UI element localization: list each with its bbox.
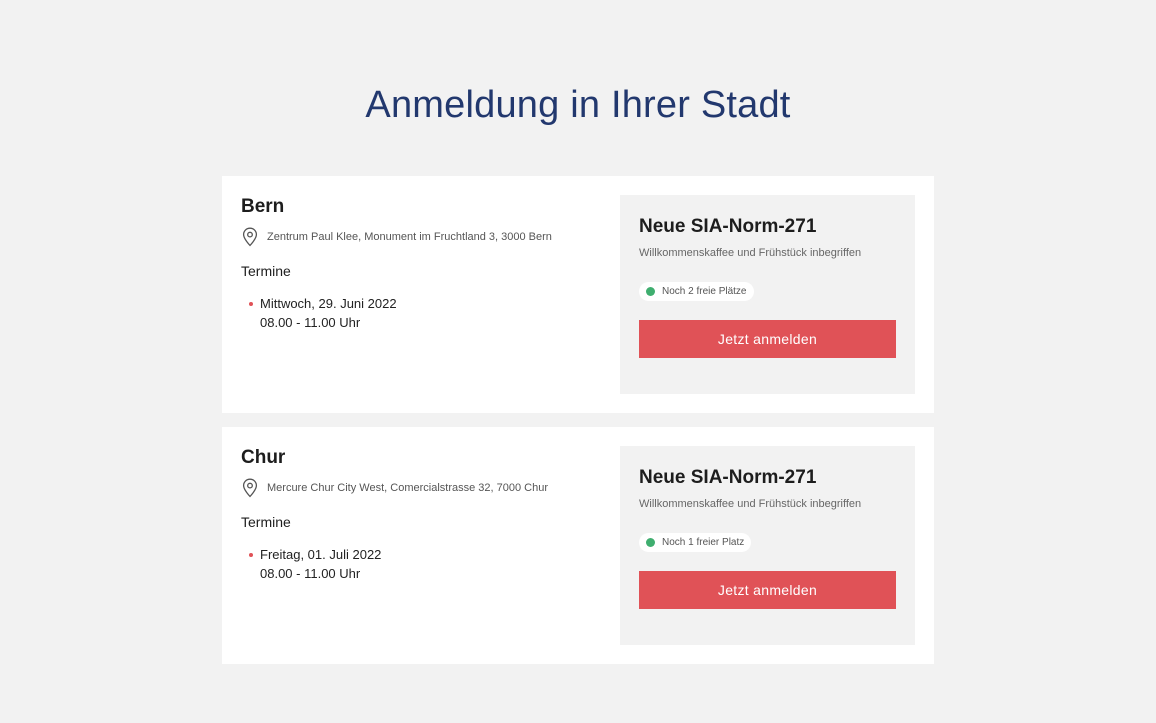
bullet-icon <box>249 302 253 306</box>
availability-badge: Noch 1 freier Platz <box>639 533 752 552</box>
event-date: Freitag, 01. Juli 2022 <box>260 547 382 562</box>
availability-badge: Noch 2 freie Plätze <box>639 282 754 301</box>
event-time: 08.00 - 11.00 Uhr <box>260 566 361 581</box>
date-list: Freitag, 01. Juli 2022 08.00 - 11.00 Uhr <box>241 545 611 583</box>
course-panel: Neue SIA-Norm-271 Willkommenskaffee und … <box>620 195 915 394</box>
address-text: Zentrum Paul Klee, Monument im Fruchtlan… <box>267 231 552 243</box>
status-dot-icon <box>646 538 655 547</box>
termine-heading: Termine <box>241 514 291 530</box>
page-title: Anmeldung in Ihrer Stadt <box>365 84 791 126</box>
course-panel: Neue SIA-Norm-271 Willkommenskaffee und … <box>620 446 915 645</box>
address-row: Zentrum Paul Klee, Monument im Fruchtlan… <box>241 227 611 247</box>
location-pin-icon <box>241 478 259 498</box>
register-button[interactable]: Jetzt anmelden <box>639 320 896 358</box>
termine-heading: Termine <box>241 263 291 279</box>
event-date: Mittwoch, 29. Juni 2022 <box>260 296 397 311</box>
course-subtitle: Willkommenskaffee und Frühstück inbegrif… <box>639 498 862 510</box>
location-pin-icon <box>241 227 259 247</box>
course-subtitle: Willkommenskaffee und Frühstück inbegrif… <box>639 247 862 259</box>
register-button[interactable]: Jetzt anmelden <box>639 571 896 609</box>
course-title: Neue SIA-Norm-271 <box>639 216 817 237</box>
list-item: Freitag, 01. Juli 2022 08.00 - 11.00 Uhr <box>241 545 611 583</box>
city-name: Bern <box>241 196 285 217</box>
list-item: Mittwoch, 29. Juni 2022 08.00 - 11.00 Uh… <box>241 294 611 332</box>
event-card-chur: Chur Mercure Chur City West, Comercialst… <box>222 427 934 664</box>
event-location-info: Chur Mercure Chur City West, Comercialst… <box>241 447 611 583</box>
event-card-bern: Bern Zentrum Paul Klee, Monument im Fruc… <box>222 176 934 413</box>
event-location-info: Bern Zentrum Paul Klee, Monument im Fruc… <box>241 196 611 332</box>
availability-text: Noch 2 freie Plätze <box>662 286 747 297</box>
city-name: Chur <box>241 447 286 468</box>
course-title: Neue SIA-Norm-271 <box>639 467 817 488</box>
address-row: Mercure Chur City West, Comercialstrasse… <box>241 478 611 498</box>
date-list: Mittwoch, 29. Juni 2022 08.00 - 11.00 Uh… <box>241 294 611 332</box>
event-time: 08.00 - 11.00 Uhr <box>260 315 361 330</box>
bullet-icon <box>249 553 253 557</box>
status-dot-icon <box>646 287 655 296</box>
address-text: Mercure Chur City West, Comercialstrasse… <box>267 482 549 494</box>
availability-text: Noch 1 freier Platz <box>662 537 745 548</box>
